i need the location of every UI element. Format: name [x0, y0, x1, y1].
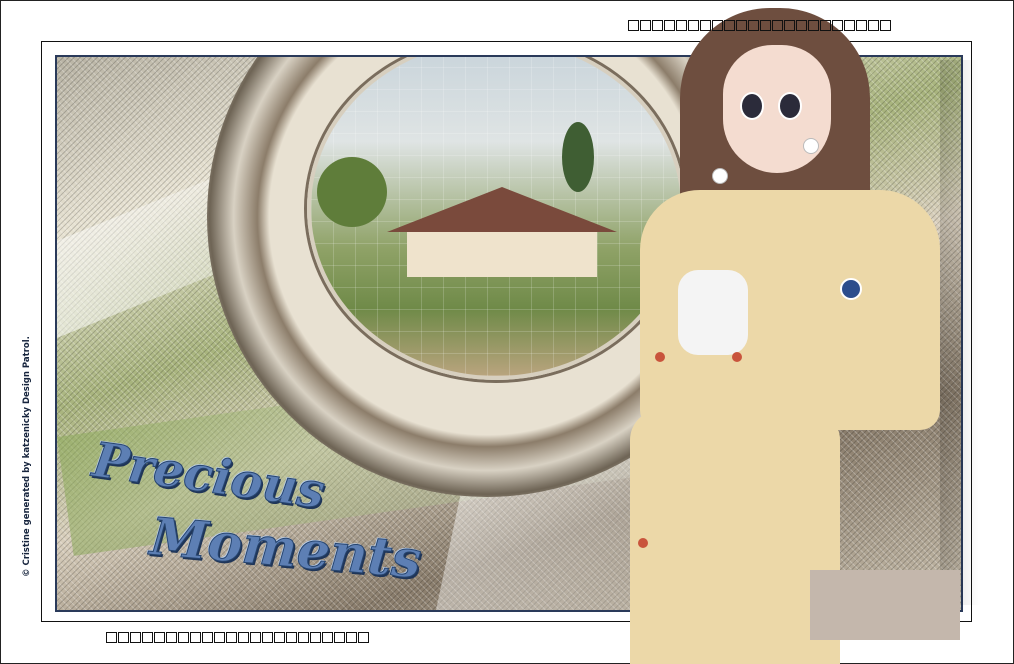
placeholder-box — [298, 632, 309, 643]
placeholder-box — [772, 20, 783, 31]
placeholder-box — [760, 20, 771, 31]
placeholder-box — [868, 20, 879, 31]
placeholder-boxes-top — [628, 17, 892, 35]
placeholder-box — [142, 632, 153, 643]
jacket-button — [655, 352, 665, 362]
girl-eye-right — [778, 92, 802, 120]
placeholder-box — [106, 632, 117, 643]
railing — [810, 570, 960, 640]
placeholder-box — [796, 20, 807, 31]
girl-eye-left — [740, 92, 764, 120]
placeholder-box — [652, 20, 663, 31]
girl-top — [678, 270, 748, 355]
placeholder-box — [166, 632, 177, 643]
girl-face — [723, 45, 831, 173]
placeholder-box — [784, 20, 795, 31]
placeholder-box — [676, 20, 687, 31]
placeholder-box — [346, 632, 357, 643]
placeholder-box — [334, 632, 345, 643]
placeholder-box — [274, 632, 285, 643]
placeholder-box — [238, 632, 249, 643]
placeholder-box — [856, 20, 867, 31]
placeholder-box — [664, 20, 675, 31]
placeholder-box — [712, 20, 723, 31]
placeholder-box — [250, 632, 261, 643]
girl-earring — [712, 168, 728, 184]
placeholder-box — [688, 20, 699, 31]
placeholder-box — [286, 632, 297, 643]
placeholder-box — [322, 632, 333, 643]
placeholder-box — [130, 632, 141, 643]
pants-button — [638, 538, 648, 548]
placeholder-box — [178, 632, 189, 643]
credit-text: © Cristine generated by katzenicky Desig… — [22, 336, 32, 577]
placeholder-box — [832, 20, 843, 31]
placeholder-box — [820, 20, 831, 31]
placeholder-boxes-bottom — [106, 629, 370, 647]
tree — [317, 157, 387, 227]
girl-earring — [803, 138, 819, 154]
placeholder-box — [640, 20, 651, 31]
drop-shadow — [940, 60, 980, 605]
placeholder-box — [190, 632, 201, 643]
placeholder-box — [880, 20, 891, 31]
placeholder-box — [700, 20, 711, 31]
placeholder-box — [748, 20, 759, 31]
jacket-patch — [840, 278, 862, 300]
girl-pants — [630, 410, 840, 664]
placeholder-box — [736, 20, 747, 31]
placeholder-box — [310, 632, 321, 643]
placeholder-box — [202, 632, 213, 643]
placeholder-box — [844, 20, 855, 31]
placeholder-box — [214, 632, 225, 643]
jacket-button — [732, 352, 742, 362]
placeholder-box — [226, 632, 237, 643]
placeholder-box — [808, 20, 819, 31]
placeholder-box — [724, 20, 735, 31]
placeholder-box — [358, 632, 369, 643]
placeholder-box — [628, 20, 639, 31]
placeholder-box — [118, 632, 129, 643]
girl-illustration — [560, 0, 960, 664]
placeholder-box — [262, 632, 273, 643]
placeholder-box — [154, 632, 165, 643]
